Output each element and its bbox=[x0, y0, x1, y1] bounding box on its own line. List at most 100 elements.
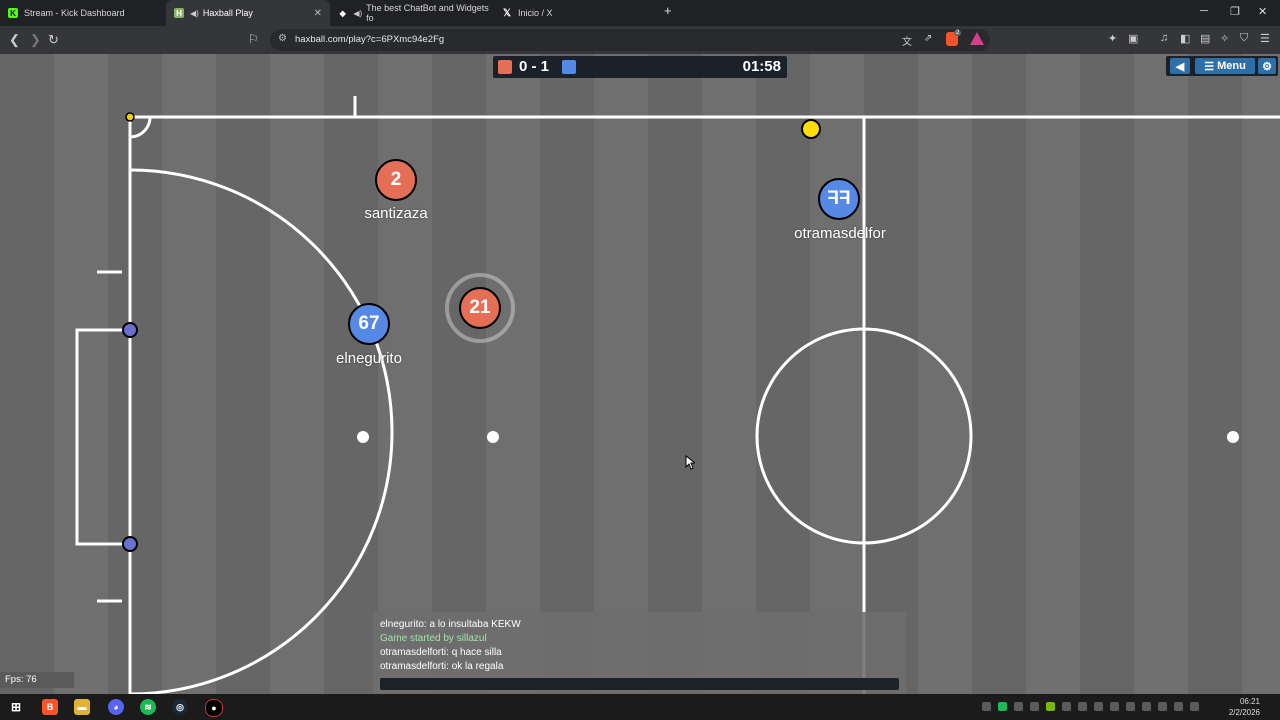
settings-gear-icon[interactable]: ⚙ bbox=[1258, 58, 1276, 74]
menu-button[interactable]: ☰ Menu bbox=[1195, 58, 1255, 74]
chat-box: elnegurito: a lo insultaba KEKW Game sta… bbox=[373, 612, 906, 694]
shields-count-badge: 2 bbox=[954, 30, 962, 36]
tab-label: The best ChatBot and Widgets fo bbox=[366, 3, 489, 23]
tray-app-icon[interactable] bbox=[982, 702, 991, 711]
tab-label: Inicio / X bbox=[518, 8, 553, 18]
chat-message: otramasdelforti: q hace silla bbox=[380, 647, 502, 658]
game-top-controls: ◀ ☰ Menu ⚙ bbox=[1166, 56, 1278, 76]
reload-icon[interactable]: ↻ bbox=[48, 32, 59, 48]
brave-browser-icon[interactable]: B bbox=[42, 699, 58, 715]
tray-app-icon[interactable] bbox=[1126, 702, 1135, 711]
speaker-icon[interactable]: ◀) bbox=[190, 9, 199, 18]
spotify-icon[interactable]: ≋ bbox=[140, 699, 156, 715]
browser-tab-strip: K Stream - Kick Dashboard H ◀) Haxball P… bbox=[0, 0, 1280, 26]
tray-app-icon[interactable] bbox=[1110, 702, 1119, 711]
tab-kick-dashboard[interactable]: K Stream - Kick Dashboard bbox=[0, 0, 166, 26]
file-explorer-icon[interactable]: ▬ bbox=[74, 699, 90, 715]
player-avatar-text: 67 bbox=[358, 313, 380, 334]
chat-message: otramasdelforti: ok la regala bbox=[380, 661, 504, 672]
close-tab-icon[interactable]: ✕ bbox=[314, 8, 322, 19]
blue-team-icon bbox=[562, 60, 576, 74]
site-settings-icon[interactable]: ⚙ bbox=[278, 33, 287, 44]
back-icon[interactable]: ❮ bbox=[9, 32, 20, 48]
sidebar-icon[interactable]: ◧ bbox=[1180, 32, 1190, 45]
clock-time: 06:21 bbox=[1239, 697, 1260, 706]
scoreboard: 0 - 1 01:58 bbox=[493, 56, 787, 78]
diamond-icon: ◆ bbox=[339, 8, 346, 18]
vpn-icon[interactable]: ⛉ bbox=[1240, 32, 1248, 45]
tray-app-icon[interactable] bbox=[1078, 702, 1087, 711]
chat-message: Game started by sillazul bbox=[380, 633, 487, 644]
mouse-cursor-icon bbox=[685, 455, 695, 470]
discord-icon[interactable]: ◕ bbox=[108, 699, 124, 715]
brave-rewards-icon[interactable] bbox=[970, 32, 984, 45]
bookmark-icon[interactable]: ⚐ bbox=[248, 32, 259, 46]
score: 0 - 1 bbox=[519, 58, 550, 75]
kick-icon: K bbox=[8, 8, 18, 18]
tray-app-icon[interactable] bbox=[1014, 702, 1023, 711]
windows-taskbar: ⊞ B ▬ ◕ ≋ ◎ ● 06:21 2/2/2026 bbox=[0, 694, 1280, 720]
haxball-icon: H bbox=[174, 8, 184, 18]
obs-icon[interactable]: ● bbox=[205, 699, 223, 717]
translate-icon[interactable]: 文 bbox=[902, 33, 912, 48]
tray-app-icon[interactable] bbox=[1142, 702, 1151, 711]
system-clock[interactable]: 06:21 2/2/2026 bbox=[1200, 696, 1260, 718]
new-tab-button[interactable]: + bbox=[664, 3, 672, 18]
player-avatar-text: FF bbox=[827, 188, 851, 209]
player-name-label: otramasdelfor bbox=[794, 225, 886, 242]
chat-input[interactable] bbox=[380, 678, 899, 690]
haxball-game-area[interactable]: 2 21 67 FF santizaza elnegurito otramasd… bbox=[0, 54, 1280, 694]
clock-date: 2/2/2026 bbox=[1228, 708, 1260, 717]
volume-icon[interactable] bbox=[1190, 702, 1199, 711]
reader-icon[interactable]: ▣ bbox=[1128, 32, 1138, 45]
player-avatar-text: 2 bbox=[390, 169, 402, 190]
red-team-icon bbox=[498, 60, 512, 74]
player-avatar-text: 21 bbox=[469, 297, 491, 318]
share-icon[interactable]: ⇗ bbox=[924, 33, 932, 44]
leo-ai-icon[interactable]: ✧ bbox=[1220, 32, 1229, 45]
x-icon: 𝕏 bbox=[502, 7, 512, 19]
fps-counter: Fps: 76 bbox=[0, 672, 74, 688]
field-mark bbox=[487, 431, 499, 443]
windows-start-icon[interactable]: ⊞ bbox=[8, 699, 24, 715]
tab-haxball-play[interactable]: H ◀) Haxball Play ✕ bbox=[166, 0, 330, 26]
forward-icon[interactable]: ❯ bbox=[30, 32, 41, 48]
nvidia-tray-icon[interactable] bbox=[1046, 702, 1055, 711]
goal-post bbox=[122, 536, 138, 552]
menu-icon[interactable]: ☰ bbox=[1260, 32, 1270, 45]
extensions-icon[interactable]: ✦ bbox=[1108, 32, 1117, 45]
steam-icon[interactable]: ◎ bbox=[172, 699, 188, 715]
menu-lines-icon: ☰ bbox=[1204, 60, 1215, 73]
tray-app-icon[interactable] bbox=[1062, 702, 1071, 711]
wallet-icon[interactable]: ▤ bbox=[1200, 32, 1210, 45]
url-text: haxball.com/play?c=6PXmc94e2Fg bbox=[295, 34, 445, 45]
steam-tray-icon[interactable] bbox=[1094, 702, 1103, 711]
speaker-icon[interactable]: ◀) bbox=[353, 9, 362, 18]
player-name-label: elnegurito bbox=[336, 350, 402, 367]
tab-label: Stream - Kick Dashboard bbox=[24, 8, 125, 18]
microphone-icon[interactable] bbox=[1158, 702, 1167, 711]
media-icon[interactable]: ♫ bbox=[1160, 32, 1168, 44]
game-timer: 01:58 bbox=[742, 58, 781, 75]
tab-label: Haxball Play bbox=[202, 8, 253, 18]
corner-flag bbox=[125, 112, 135, 122]
player-name-label: santizaza bbox=[364, 205, 428, 222]
tab-inicio-x[interactable]: 𝕏 Inicio / X bbox=[494, 0, 656, 26]
address-bar[interactable]: ⚙ haxball.com/play?c=6PXmc94e2Fg 文 ⇗ 2 bbox=[270, 29, 990, 51]
tab-chatbot-widgets[interactable]: ◆ ◀) The best ChatBot and Widgets fo bbox=[330, 0, 490, 26]
browser-toolbar: ❮ ❯ ↻ ⚐ ⚙ haxball.com/play?c=6PXmc94e2Fg… bbox=[0, 26, 1280, 54]
minimize-icon[interactable]: ─ bbox=[1200, 5, 1208, 17]
penalty-mark bbox=[357, 431, 369, 443]
network-icon[interactable] bbox=[1174, 702, 1183, 711]
ball bbox=[801, 119, 821, 139]
goal-post bbox=[122, 322, 138, 338]
sound-toggle-button[interactable]: ◀ bbox=[1170, 58, 1190, 74]
spotify-tray-icon[interactable] bbox=[998, 702, 1007, 711]
field-lines bbox=[75, 96, 1280, 694]
discord-tray-icon[interactable] bbox=[1030, 702, 1039, 711]
restore-icon[interactable]: ❐ bbox=[1230, 5, 1240, 18]
game-field[interactable] bbox=[0, 54, 1280, 694]
close-window-icon[interactable]: ✕ bbox=[1258, 5, 1267, 18]
menu-label: Menu bbox=[1217, 60, 1246, 72]
field-mark bbox=[1227, 431, 1239, 443]
